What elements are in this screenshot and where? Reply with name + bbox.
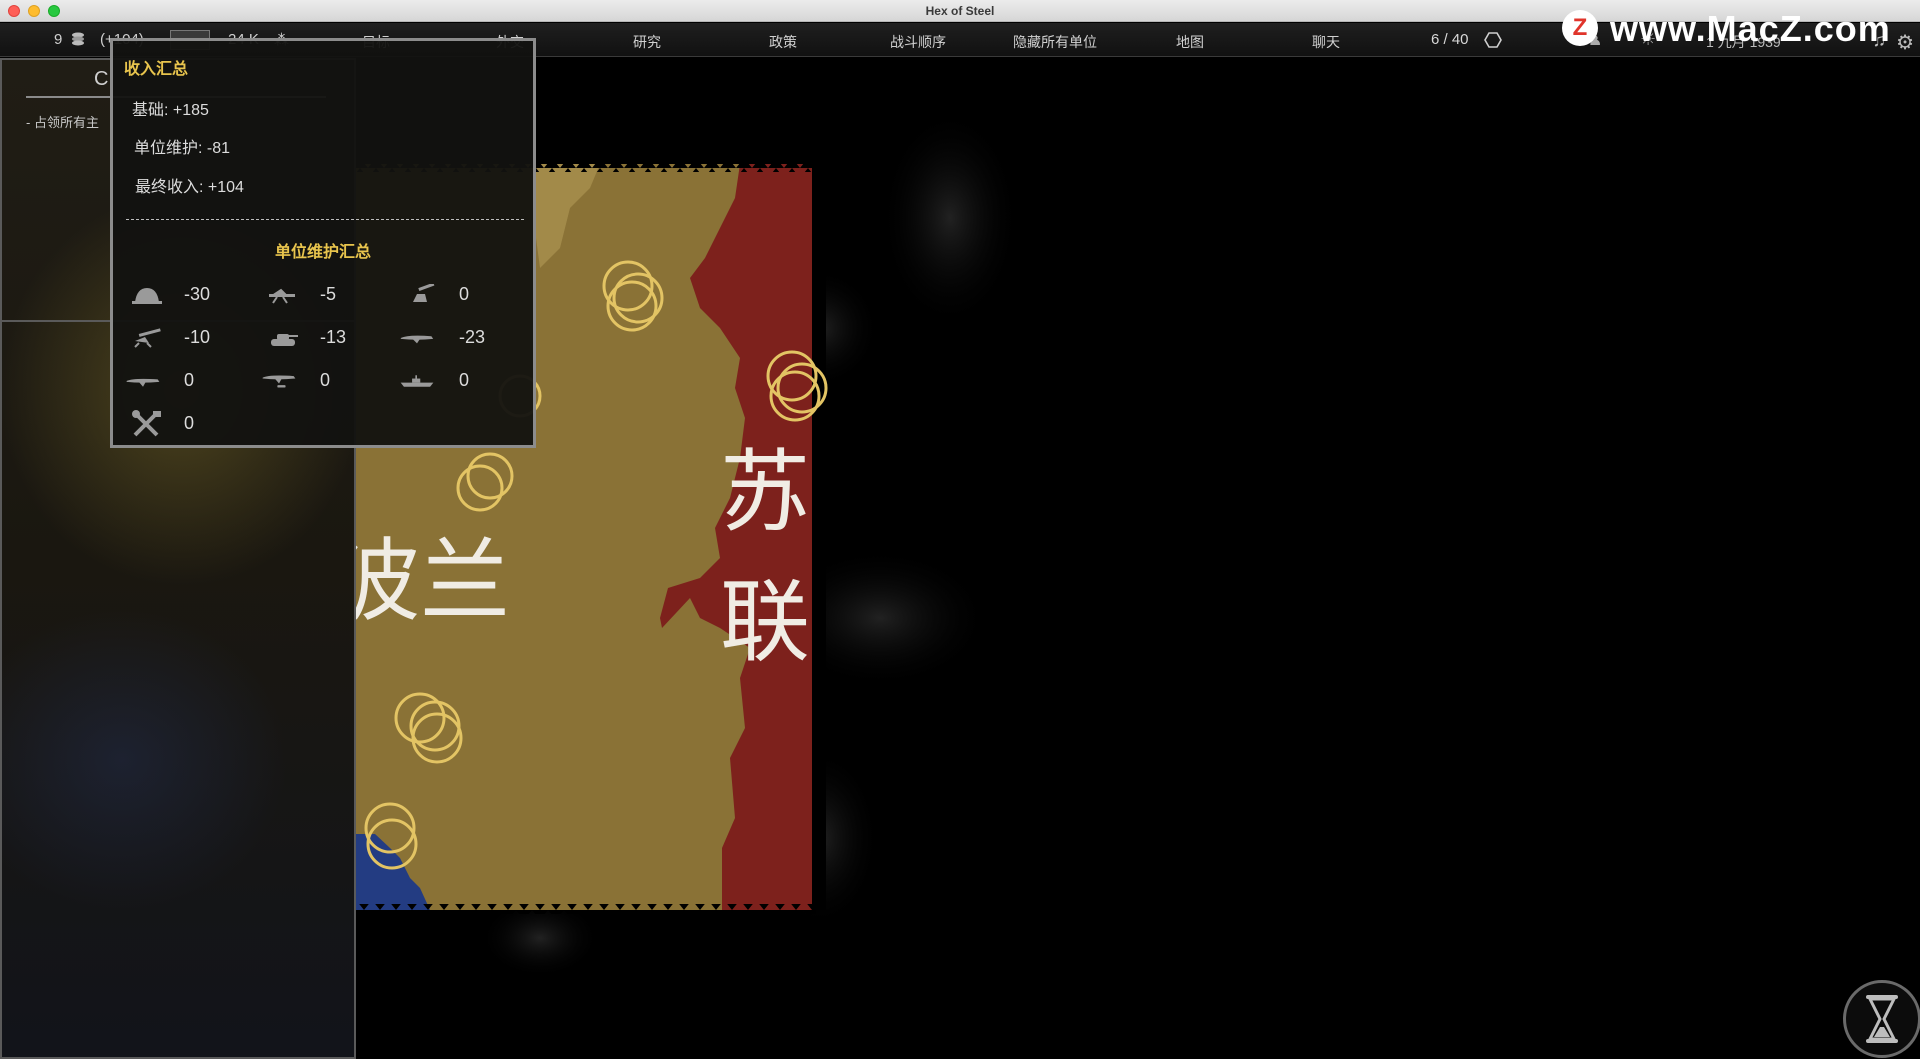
upkeep-dive-bomber-value: 0 <box>320 370 331 390</box>
upkeep-repair-value: 0 <box>184 413 195 433</box>
fighter-plane-icon <box>400 335 434 344</box>
final-income: 最终收入: +104 <box>135 179 244 196</box>
repair-tools-icon <box>132 410 161 437</box>
unit-upkeep: 单位维护: -81 <box>134 140 231 157</box>
map-edge-right <box>812 164 826 910</box>
menu-research[interactable]: 研究 <box>633 32 661 52</box>
base-income: 基础: +185 <box>132 102 209 119</box>
map-edge-bottom <box>356 904 816 914</box>
ship-icon <box>400 375 434 387</box>
tank-icon <box>271 334 298 346</box>
menu-map[interactable]: 地图 <box>1176 32 1204 52</box>
menu-hide-all-units[interactable]: 隐藏所有单位 <box>1013 32 1097 52</box>
objectives-tab[interactable]: C <box>94 68 108 91</box>
turn-counter: 6 / 40 <box>1431 31 1469 48</box>
artillery-icon <box>134 328 161 348</box>
tooltip-title: 收入汇总 <box>124 61 189 78</box>
settings-gear-icon[interactable]: ⚙ <box>1896 30 1914 55</box>
infantry-helmet-icon <box>132 288 162 304</box>
watermark-text: www.MacZ.com <box>1610 8 1891 49</box>
country-label-poland: 波兰 <box>330 529 510 634</box>
upkeep-bomber-value: 0 <box>184 370 195 390</box>
coins-icon <box>72 32 84 46</box>
country-label-soviet-union: 苏联 <box>720 440 810 675</box>
hexagon-icon <box>1484 32 1502 48</box>
anti-tank-gun-icon <box>269 288 295 304</box>
gold-amount: 9 <box>54 31 63 48</box>
hourglass-icon <box>1866 995 1898 1043</box>
menu-order-of-battle[interactable]: 战斗顺序 <box>890 32 946 52</box>
upkeep-tank-value: -13 <box>320 327 347 347</box>
menu-chat[interactable]: 聊天 <box>1312 32 1340 52</box>
objective-item: - 占领所有主 <box>26 115 99 130</box>
upkeep-ship-value: 0 <box>459 370 470 390</box>
upkeep-infantry-value: -30 <box>184 284 211 304</box>
upkeep-anti-air-value: 0 <box>459 284 470 304</box>
upkeep-anti-tank-value: -5 <box>320 284 337 304</box>
menu-policies[interactable]: 政策 <box>769 32 797 52</box>
upkeep-fighter-value: -23 <box>459 327 486 347</box>
upkeep-artillery-value: -10 <box>184 327 211 347</box>
anti-air-gun-icon <box>413 284 435 302</box>
fog-cloud <box>880 108 1020 328</box>
upkeep-summary-title: 单位维护汇总 <box>274 244 371 261</box>
watermark-logo: Z <box>1562 10 1598 46</box>
bomber-plane-icon <box>126 378 160 387</box>
tooltip-divider <box>126 219 524 220</box>
dive-bomber-icon <box>262 375 296 388</box>
income-summary-tooltip: 收入汇总 基础: +185 单位维护: -81 最终收入: +104 单位维护汇… <box>110 38 536 448</box>
end-turn-button[interactable] <box>1843 980 1920 1058</box>
